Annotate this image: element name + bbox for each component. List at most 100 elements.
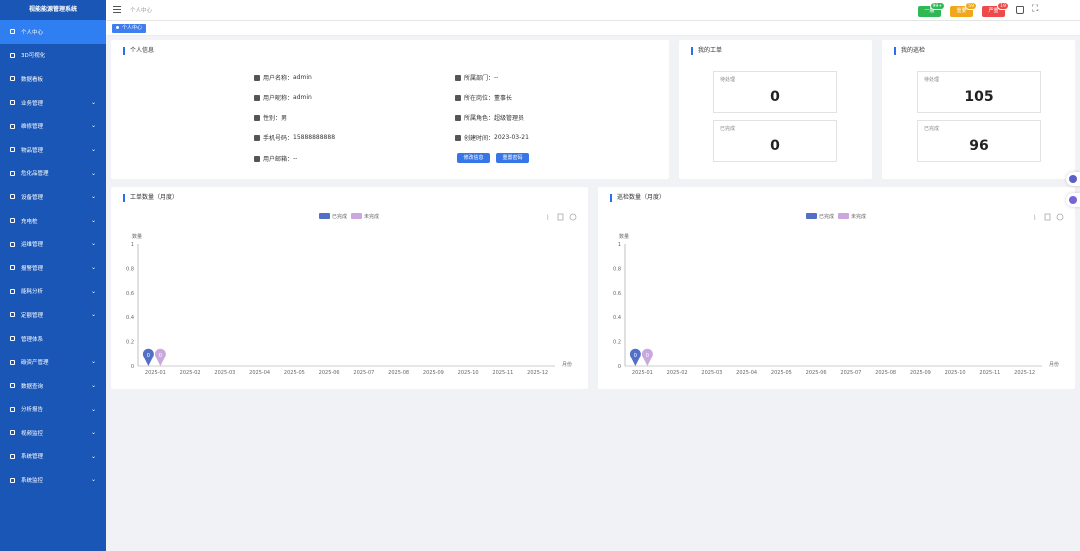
edit-info-button[interactable]: 修改信息 <box>457 153 490 163</box>
mail-icon <box>254 155 260 162</box>
sidebar-item[interactable]: 充电桩 ⌄ <box>0 209 106 233</box>
sidebar-item[interactable]: 分析报告 ⌄ <box>0 398 106 422</box>
inspections-chart-card: 巡检数量（月度） 已完成 未完成 ⌇ 数量 0 0.2 0.4 0.6 0.8 1 2025-01 2… <box>598 187 1075 389</box>
sidebar-item[interactable]: 能耗分析 ⌄ <box>0 280 106 304</box>
chevron-down-icon: ⌄ <box>90 381 96 389</box>
sidebar-item[interactable]: 报警管理 ⌄ <box>0 256 106 280</box>
inspections-pending-box[interactable]: 待处理 105 <box>917 71 1041 113</box>
alarm-count: 59 <box>965 2 977 10</box>
work-orders-done-box[interactable]: 已完成 0 <box>713 120 837 162</box>
chevron-down-icon: ⌄ <box>90 263 96 271</box>
data-label: 0 <box>634 353 637 359</box>
chevron-down-icon: ⌄ <box>90 98 96 106</box>
data-label: 0 <box>147 353 150 359</box>
sidebar-item-label: 设备管理 <box>21 194 44 201</box>
role-icon <box>455 114 461 121</box>
sidebar-item[interactable]: 运维管理 ⌄ <box>0 232 106 256</box>
x-tick-label: 2025-06 <box>319 370 340 376</box>
chevron-down-icon: ⌄ <box>90 476 96 484</box>
calendar-icon <box>455 134 461 141</box>
sidebar-item-label: 碳资产管理 <box>21 360 49 367</box>
profile-field-label: 创建时间： <box>464 135 495 142</box>
line-chart-icon: ⌇ <box>1033 214 1036 222</box>
flask-icon <box>8 169 16 177</box>
chart-icon <box>8 193 16 201</box>
x-tick-label: 2025-05 <box>771 370 792 376</box>
sidebar-item[interactable]: 业务管理 ⌄ <box>0 91 106 115</box>
sidebar-item[interactable]: 碳资产管理 ⌄ <box>0 350 106 374</box>
alarm-badge-button[interactable]: 严重 19 <box>982 2 1009 17</box>
sidebar-item[interactable]: 设备管理 ⌄ <box>0 185 106 209</box>
breadcrumb[interactable]: 个人中心 <box>130 6 152 14</box>
fullscreen-icon[interactable]: ⛶ <box>1032 5 1038 14</box>
alarm-badge-button[interactable]: 一般 99+ <box>918 2 945 17</box>
float-help-button[interactable] <box>1066 172 1080 186</box>
y-tick-label: 0 <box>131 364 134 370</box>
sidebar-item[interactable]: 物品管理 ⌄ <box>0 138 106 162</box>
sidebar: 视能能源管理系统 个人中心 3D可视化 数据看板 业务管理 ⌄ 维修管理 ⌄ 物品管理 ⌄ 危化品… <box>0 0 106 551</box>
sidebar-item[interactable]: 数据查询 ⌄ <box>0 374 106 398</box>
float-chat-button[interactable] <box>1066 193 1080 207</box>
work-orders-pending-box[interactable]: 待处理 0 <box>713 71 837 113</box>
briefcase-icon <box>8 99 16 107</box>
profile-field: 手机号码： 15888888888 <box>254 133 335 142</box>
tools-icon <box>8 240 16 248</box>
chevron-down-icon: ⌄ <box>90 216 96 224</box>
camera-icon <box>8 429 16 437</box>
data-label: 0 <box>646 353 649 359</box>
sidebar-item[interactable]: 维修管理 ⌄ <box>0 114 106 138</box>
refresh-icon <box>1056 213 1064 221</box>
sidebar-item[interactable]: 视频监控 ⌄ <box>0 421 106 445</box>
sidebar-item[interactable]: 系统管理 ⌄ <box>0 445 106 469</box>
alarm-badge-label: 严重 <box>988 8 999 14</box>
y-tick-label: 1 <box>618 242 621 248</box>
chevron-down-icon: ⌄ <box>90 358 96 366</box>
legend-swatch <box>351 213 362 219</box>
quota-icon <box>8 311 16 319</box>
done-label: 已完成 <box>720 126 736 132</box>
sidebar-item[interactable]: 3D可视化 <box>0 44 106 68</box>
x-tick-label: 2025-06 <box>806 370 827 376</box>
work-orders-title: 我的工单 <box>691 47 722 55</box>
org-icon <box>455 74 461 81</box>
done-label: 已完成 <box>924 126 940 132</box>
x-tick-label: 2025-11 <box>979 370 1000 376</box>
x-tick-label: 2025-09 <box>423 370 444 376</box>
gear-icon <box>8 452 16 460</box>
x-tick-label: 2025-03 <box>701 370 722 376</box>
shirt-icon[interactable] <box>1016 6 1024 14</box>
bar-chart-icon <box>1044 213 1051 221</box>
bell-icon <box>8 264 16 272</box>
sidebar-item-label: 维修管理 <box>21 124 44 131</box>
sidebar-item[interactable]: 管理体系 <box>0 327 106 351</box>
work-orders-card: 我的工单 待处理 0 已完成 0 <box>679 40 872 179</box>
menu-toggle-icon[interactable] <box>113 6 121 13</box>
x-tick-label: 2025-12 <box>1014 370 1035 376</box>
sidebar-item[interactable]: 数据看板 <box>0 67 106 91</box>
line-chart-icon: ⌇ <box>546 214 549 222</box>
profile-field-value: 董事长 <box>494 95 513 102</box>
reset-password-button[interactable]: 重置密码 <box>496 153 529 163</box>
sidebar-item[interactable]: 定额管理 ⌄ <box>0 303 106 327</box>
y-tick-label: 0.4 <box>613 315 621 321</box>
inspections-card: 我的巡检 待处理 105 已完成 96 <box>882 40 1075 179</box>
x-tick-label: 2025-12 <box>527 370 548 376</box>
sidebar-item[interactable]: 个人中心 <box>0 20 106 44</box>
y-tick-label: 0.8 <box>126 266 134 272</box>
sidebar-item[interactable]: 危化品管理 ⌄ <box>0 162 106 186</box>
user-tag-icon <box>254 94 260 101</box>
chevron-down-icon: ⌄ <box>90 122 96 130</box>
sidebar-item-label: 能耗分析 <box>21 289 44 296</box>
sidebar-item-label: 充电桩 <box>21 218 38 225</box>
sidebar-item[interactable]: 系统监控 ⌄ <box>0 468 106 492</box>
profile-field-value: admin <box>293 94 312 101</box>
x-tick-label: 2025-04 <box>249 370 270 376</box>
profile-card: 个人信息 用户名称： admin 用户昵称： admin 性别：男手机号码： 158888… <box>111 40 669 179</box>
profile-field-value: 15888888888 <box>293 134 336 141</box>
monitor-icon <box>8 476 16 484</box>
pending-value: 0 <box>770 89 780 105</box>
profile-field-value: 男 <box>281 115 288 122</box>
inspections-done-box[interactable]: 已完成 96 <box>917 120 1041 162</box>
tag-personal-center[interactable]: 个人中心 <box>112 24 147 33</box>
alarm-badge-button[interactable]: 重要 59 <box>950 2 977 17</box>
